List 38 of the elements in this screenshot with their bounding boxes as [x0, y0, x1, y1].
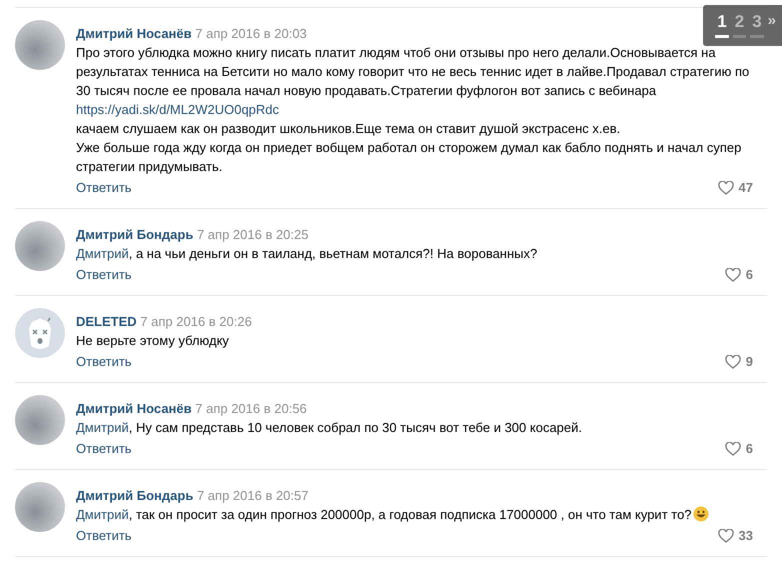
- like-button[interactable]: 33: [718, 526, 753, 545]
- author-name[interactable]: DELETED: [76, 314, 137, 329]
- author-name[interactable]: Дмитрий Носанёв: [76, 401, 192, 416]
- author-name[interactable]: Дмитрий Носанёв: [76, 26, 192, 41]
- like-button[interactable]: 6: [724, 265, 753, 284]
- author-name[interactable]: Дмитрий Бондарь: [76, 488, 194, 503]
- comment-text: Про этого ублюдка можно книгу писать платит людям чтоб они отзывы про него делали.Основывается на результатах тенниса на Бетсити но мало кому говорит что не весь теннис идет в лайве.Продавал стратегию по 30 тысяч после ее провала начал новую продавать.Стратегии фуфлогон вот запись с вебинара: [76, 44, 750, 100]
- mention-link[interactable]: Дмитрий: [76, 246, 129, 261]
- reply-link[interactable]: Ответить: [76, 265, 132, 284]
- comment-text: Дмитрий, а на чьи деньги он в таиланд, вьетнам мотался?! На ворованных?: [76, 245, 538, 263]
- page-button[interactable]: 1: [715, 12, 729, 38]
- next-page-button[interactable]: »: [768, 12, 776, 29]
- reply-link[interactable]: Ответить: [76, 526, 132, 545]
- author-name[interactable]: Дмитрий Бондарь: [76, 227, 194, 242]
- like-count: 6: [746, 440, 753, 458]
- url-link[interactable]: https://yadi.sk/d/ML2W2UO0qpRdc: [76, 102, 280, 117]
- heart-icon: [724, 268, 741, 282]
- mention-link[interactable]: Дмитрий: [76, 507, 129, 522]
- like-count: 33: [738, 527, 753, 545]
- mention-link[interactable]: Дмитрий: [76, 420, 129, 435]
- reply-link[interactable]: Ответить: [76, 439, 132, 458]
- like-count: 9: [746, 353, 753, 371]
- like-count: 47: [738, 179, 753, 197]
- reply-link[interactable]: Ответить: [76, 352, 132, 371]
- comment-text: Не верьте этому ублюдку: [76, 332, 230, 350]
- comment-text: качаем слушаем как он разводит школьников.Еще тема он ставит душой экстрасенс х.ев.: [76, 120, 622, 138]
- heart-icon: [718, 180, 734, 194]
- heart-icon: [724, 354, 741, 368]
- like-count: 6: [746, 266, 753, 284]
- like-button[interactable]: 47: [718, 178, 753, 197]
- heart-icon: [718, 528, 734, 542]
- comment-text: Дмитрий, Ну сам представь 10 человек собрал по 30 тысяч вот тебе и 300 косарей.: [76, 419, 584, 437]
- reply-link[interactable]: Ответить: [76, 178, 132, 197]
- like-button[interactable]: 9: [724, 352, 753, 371]
- like-button[interactable]: 6: [724, 439, 753, 458]
- comment-text: Уже больше года жду когда он приедет вобщем работал он сторожем думал как бабло поднять и начал супер стратегии придумывать.: [76, 139, 742, 176]
- comment-text: Дмитрий, так он просит за один прогноз 200000р, а годовая подписка 17000000 , он что там курит то?: [76, 505, 753, 524]
- heart-icon: [724, 442, 741, 456]
